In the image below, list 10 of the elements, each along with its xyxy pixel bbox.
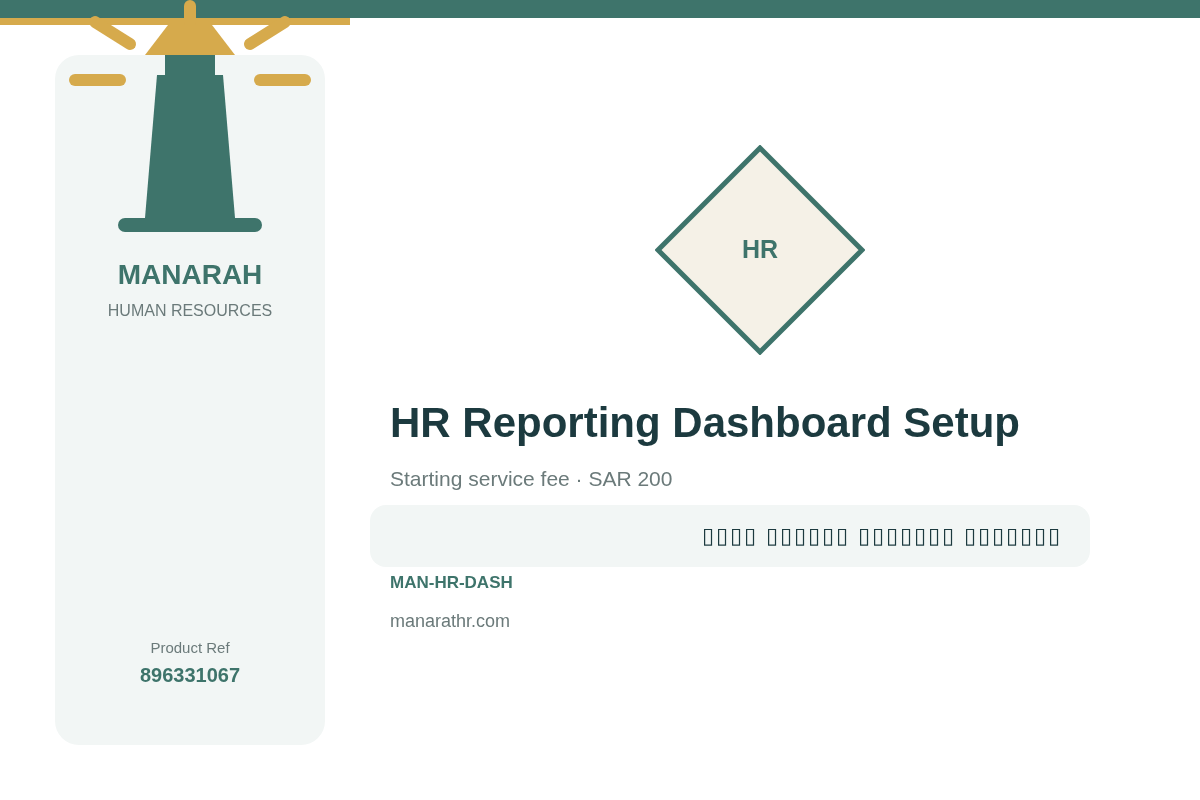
brand-name: MANARAH [117, 258, 263, 292]
website: manarathr.com [390, 611, 512, 632]
product-ref-label: Product Ref [150, 639, 230, 656]
diamond-badge: HR [655, 145, 865, 355]
arabic-banner: ▯▯▯▯ ▯▯▯▯▯▯ ▯▯▯▯▯▯▯ ▯▯▯▯▯▯▯ [370, 505, 1090, 567]
product-title: HR Reporting Dashboard Setup [390, 399, 1022, 447]
product-ref-value: 896331067 [139, 664, 241, 687]
brand-tagline: HUMAN RESOURCES [107, 302, 273, 320]
service-fee: Starting service fee · SAR 200 [390, 467, 674, 491]
product-code: MAN-HR-DASH [390, 573, 514, 593]
